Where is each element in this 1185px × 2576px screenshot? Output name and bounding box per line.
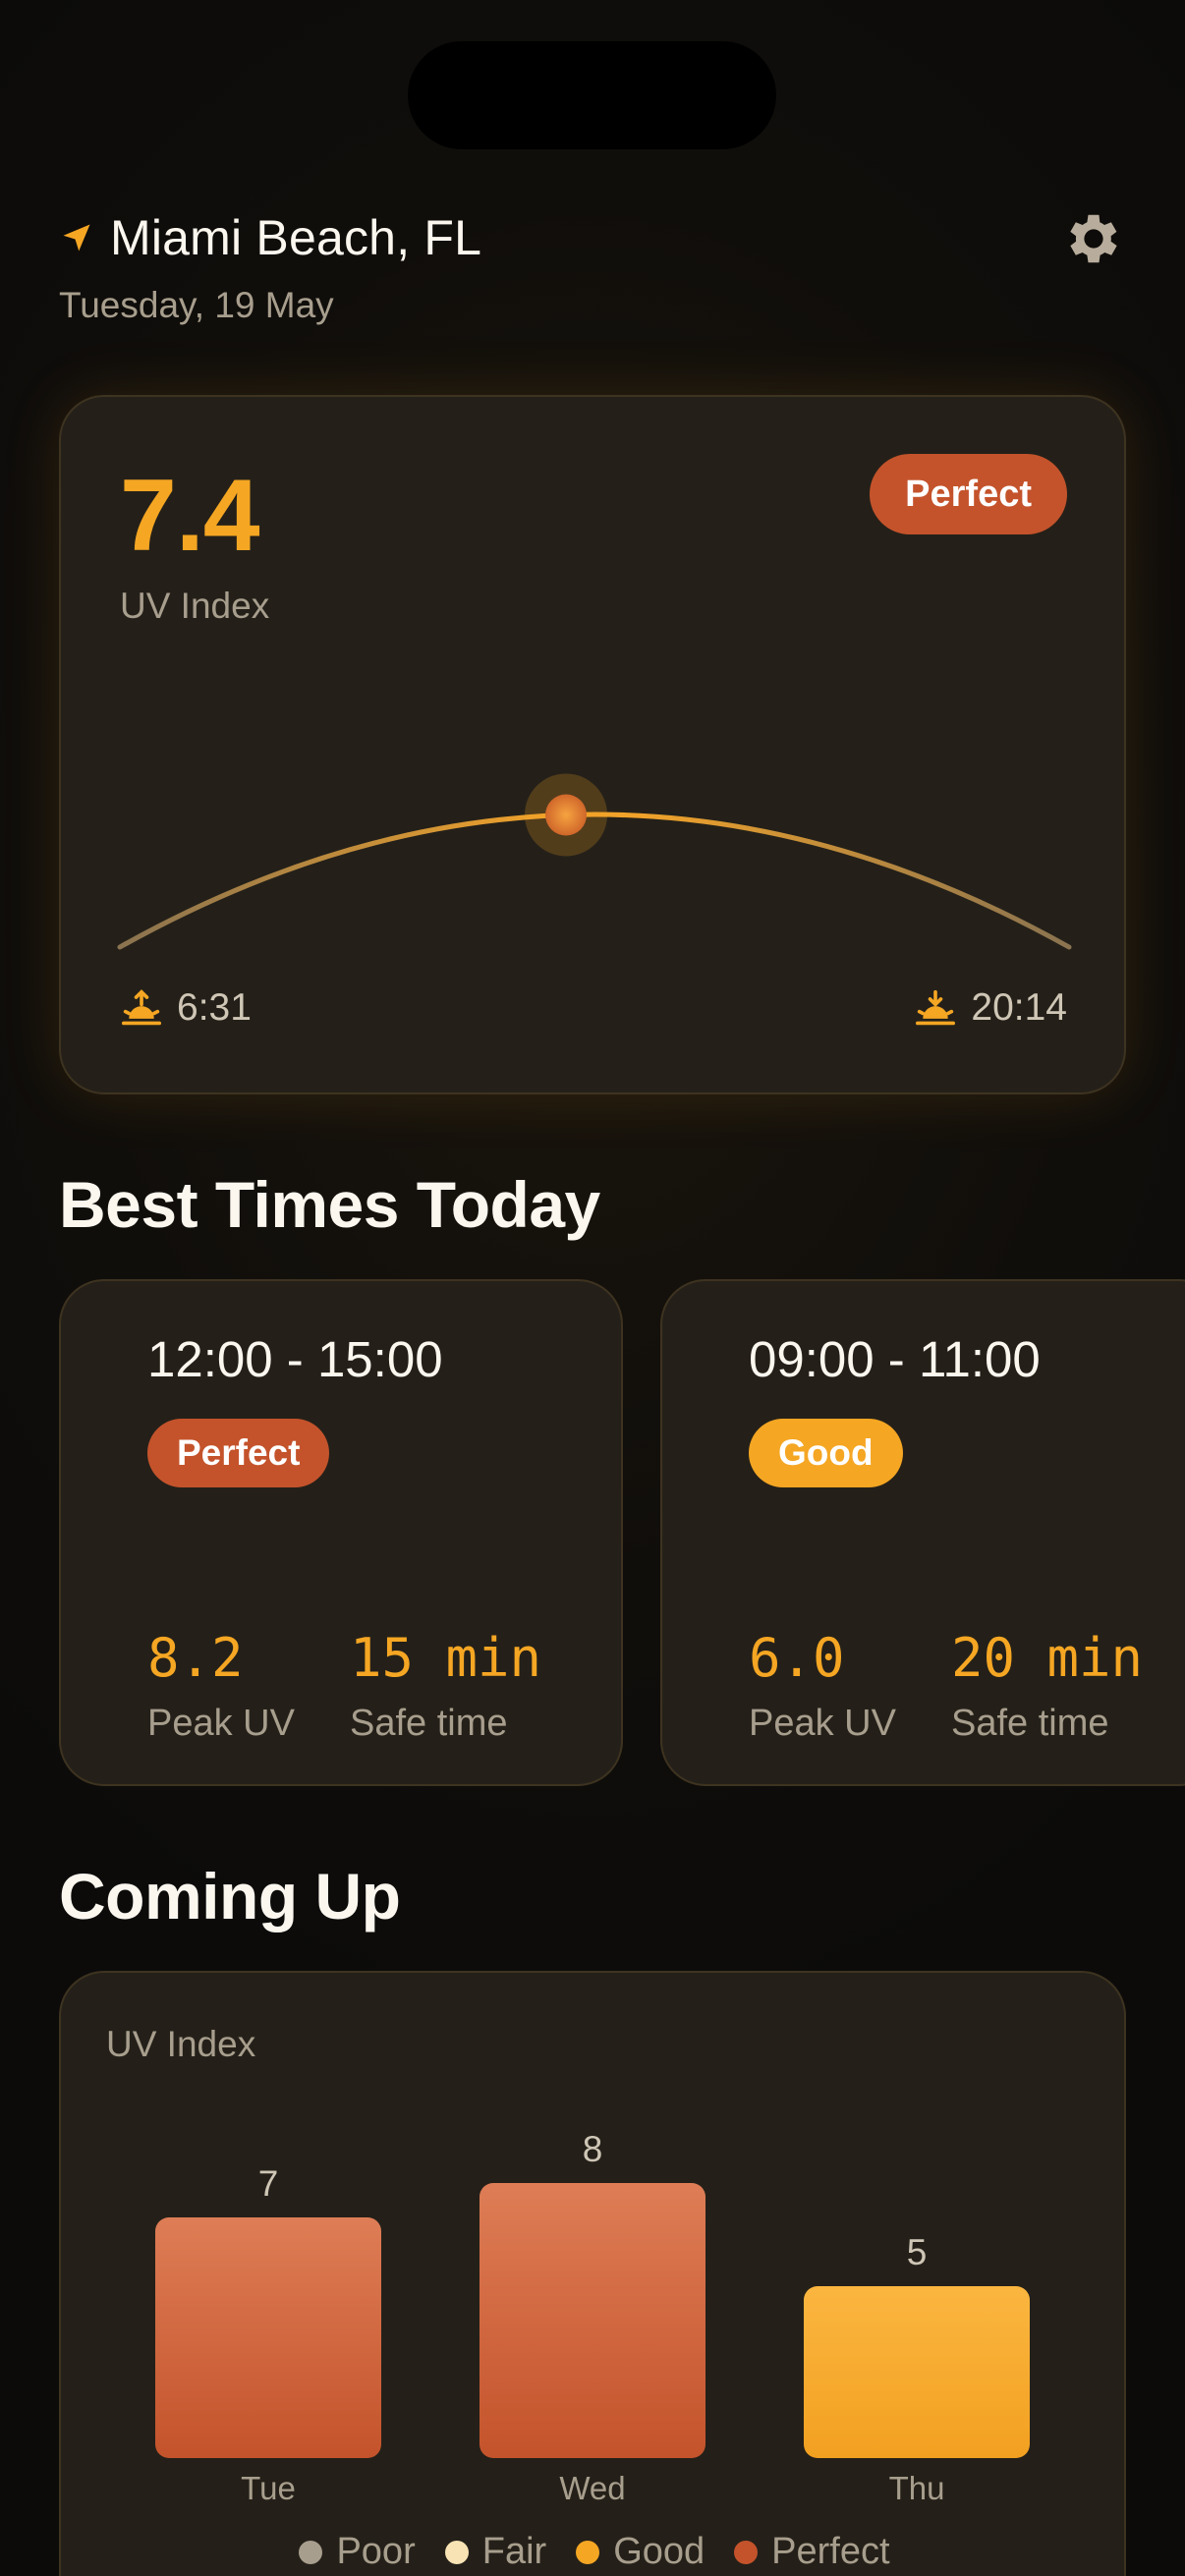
legend-dot xyxy=(576,2540,600,2564)
coming-up-heading: Coming Up xyxy=(59,1860,401,1932)
peak-uv-label: Peak UV xyxy=(749,1703,896,1744)
safe-time-stat: 15 min Safe time xyxy=(350,1627,541,1745)
sun-position-marker xyxy=(545,794,588,836)
uv-rating-badge: Perfect xyxy=(870,454,1067,534)
legend-dot xyxy=(734,2540,759,2564)
location-name: Miami Beach, FL xyxy=(110,210,482,265)
sunrise-time: 6:31 xyxy=(120,986,252,1030)
current-date: Tuesday, 19 May xyxy=(59,285,334,325)
safe-time-value: 20 min xyxy=(951,1627,1144,1689)
bar-category-label: Tue xyxy=(241,2470,296,2506)
sun-path-arc xyxy=(117,773,1072,950)
bar-value-label: 7 xyxy=(258,2163,279,2204)
slot-time-range: 12:00 - 15:00 xyxy=(147,1331,443,1387)
sunset-label: 20:14 xyxy=(971,986,1067,1029)
forecast-bar-chart: 7 Tue 8 Wed 5 Thu xyxy=(155,2129,1030,2506)
slot-rating-badge: Perfect xyxy=(147,1419,330,1487)
legend-dot xyxy=(299,2540,323,2564)
safe-time-stat: 20 min Safe time xyxy=(951,1627,1143,1745)
legend-label: Poor xyxy=(336,2531,416,2572)
header: Miami Beach, FL Tuesday, 19 May xyxy=(59,206,1126,334)
safe-time-value: 15 min xyxy=(350,1627,542,1689)
sunrise-icon xyxy=(122,989,161,1026)
sunrise-label: 6:31 xyxy=(177,986,252,1029)
time-slot-card[interactable]: 12:00 - 15:00 Perfect 8.2 Peak UV 15 min… xyxy=(59,1279,623,1786)
forecast-bar-tue xyxy=(155,2217,381,2458)
uv-index-card: 7.4 UV Index Perfect 6:31 20:14 xyxy=(59,395,1126,1094)
legend-item-perfect: Perfect xyxy=(734,2531,890,2573)
legend-item-fair: Fair xyxy=(444,2531,547,2573)
time-slot-card[interactable]: 09:00 - 11:00 Good 6.0 Peak UV 20 min Sa… xyxy=(660,1279,1185,1786)
forecast-bar-wed xyxy=(480,2183,705,2458)
peak-uv-stat: 8.2 Peak UV xyxy=(147,1627,295,1745)
slot-time-range: 09:00 - 11:00 xyxy=(749,1331,1041,1387)
peak-uv-value: 6.0 xyxy=(749,1627,845,1689)
gear-icon[interactable] xyxy=(1061,206,1126,271)
dynamic-island xyxy=(408,41,776,149)
uv-index-label: UV Index xyxy=(120,586,270,626)
uv-index-value: 7.4 xyxy=(120,459,260,573)
bar-category-label: Thu xyxy=(889,2470,945,2506)
peak-uv-label: Peak UV xyxy=(147,1703,295,1744)
legend-item-good: Good xyxy=(576,2531,705,2573)
bar-value-label: 8 xyxy=(583,2129,603,2169)
safe-time-label: Safe time xyxy=(350,1703,508,1744)
forecast-card: UV Index 7 Tue 8 Wed 5 Thu Poor Fair Good Perfec… xyxy=(59,1971,1126,2576)
legend-dot xyxy=(444,2540,469,2564)
legend-label: Good xyxy=(613,2531,705,2572)
legend-label: Perfect xyxy=(771,2531,890,2572)
sunset-time: 20:14 xyxy=(914,986,1067,1030)
slot-rating-badge: Good xyxy=(749,1419,903,1487)
legend-label: Fair xyxy=(481,2531,547,2572)
best-times-heading: Best Times Today xyxy=(59,1168,600,1241)
forecast-legend: Poor Fair Good Perfect xyxy=(61,2531,1128,2573)
peak-uv-value: 8.2 xyxy=(147,1627,244,1689)
forecast-bar-thu xyxy=(804,2286,1030,2458)
bar-category-label: Wed xyxy=(559,2470,625,2506)
location-arrow-icon xyxy=(63,224,90,252)
peak-uv-stat: 6.0 Peak UV xyxy=(749,1627,896,1745)
safe-time-label: Safe time xyxy=(951,1703,1109,1744)
legend-item-poor: Poor xyxy=(299,2531,416,2573)
location-row[interactable]: Miami Beach, FL xyxy=(59,206,1126,269)
bar-value-label: 5 xyxy=(907,2232,928,2272)
sunset-icon xyxy=(916,989,956,1026)
